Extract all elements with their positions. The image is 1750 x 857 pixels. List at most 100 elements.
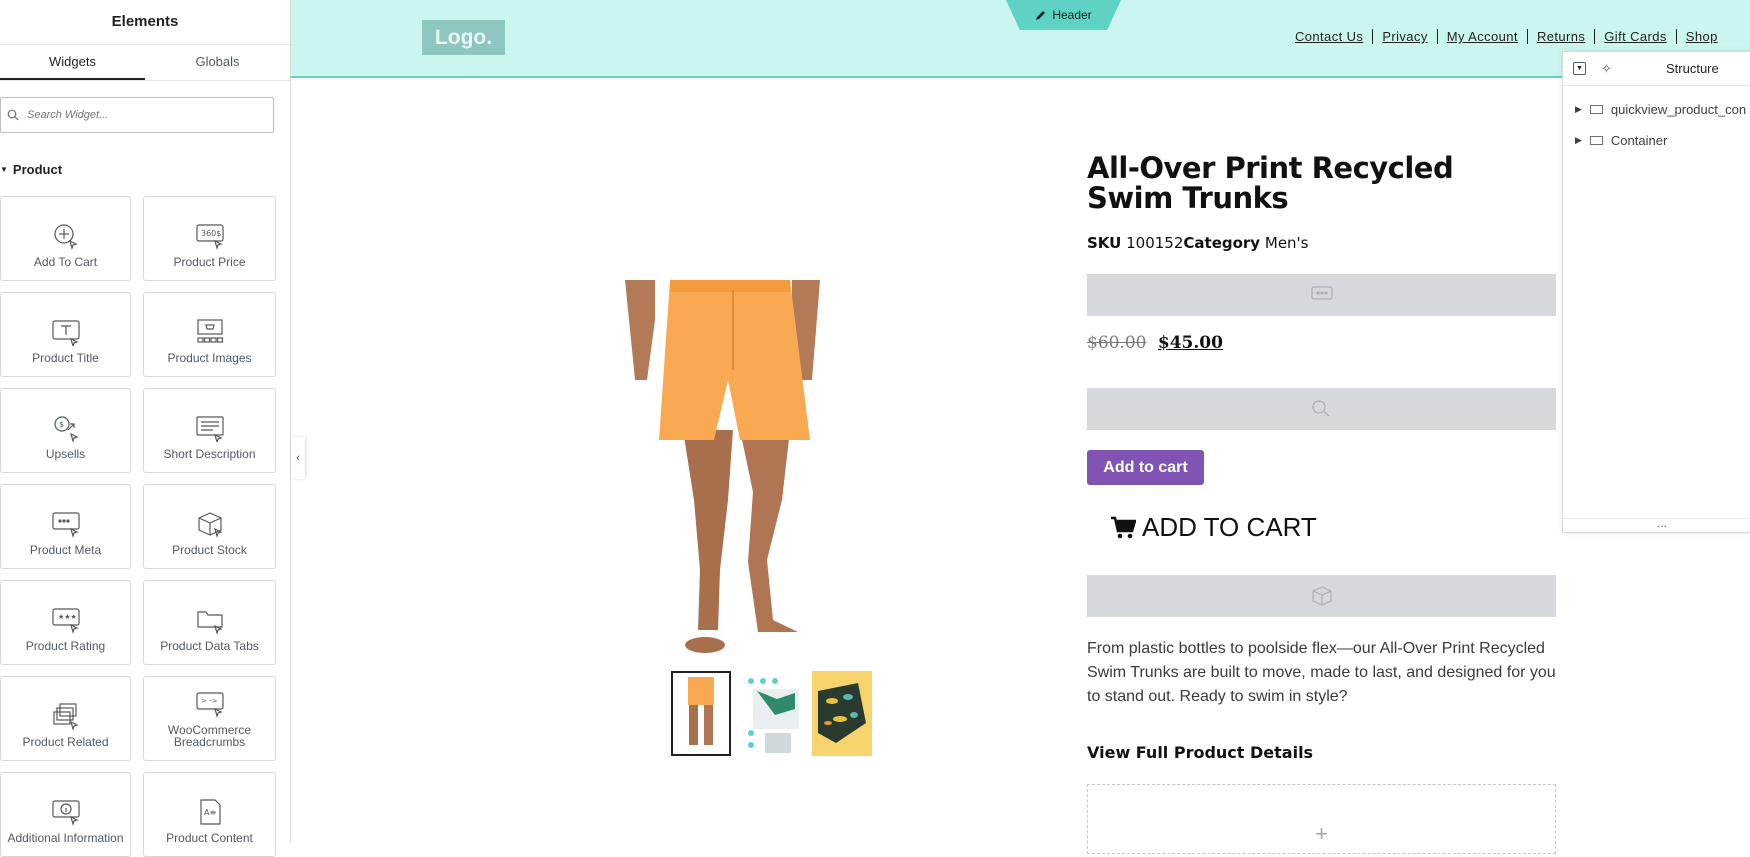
- sku-label: SKU: [1087, 234, 1122, 252]
- product-price: $60.00 $45.00: [1087, 333, 1223, 353]
- svg-text:$: $: [59, 420, 64, 429]
- widget-grid: Add To Cart 360$ Product Price Product T…: [0, 196, 276, 857]
- widget-woocommerce-breadcrumbs[interactable]: > -> WooCommerce Breadcrumbs: [143, 676, 276, 761]
- product-data-tabs-icon: [196, 611, 223, 634]
- nav-shop[interactable]: Shop: [1675, 29, 1727, 44]
- additional-information-icon: [51, 800, 80, 826]
- container-icon: [1589, 105, 1603, 114]
- svg-text:> ->: > ->: [201, 697, 218, 705]
- collapse-panel-button[interactable]: ‹: [291, 437, 305, 479]
- sku-value: 100152: [1126, 234, 1184, 252]
- expand-arrow-icon: ▶: [1575, 104, 1582, 114]
- panel-tabs: Widgets Globals: [0, 45, 290, 81]
- add-to-cart-big-button[interactable]: ADD TO CART: [1110, 512, 1317, 543]
- dropdown-toggle-icon[interactable]: ▼: [1573, 62, 1586, 75]
- elements-panel: Elements Widgets Globals ▼ Product Add T…: [0, 0, 291, 857]
- tab-widgets[interactable]: Widgets: [0, 45, 145, 80]
- thumbnail-image: [688, 677, 714, 745]
- search-box[interactable]: [0, 97, 274, 133]
- structure-panel: ▼ ✧ Structure ▶ quickview_product_con ▶ …: [1562, 51, 1750, 533]
- cart-icon: [1111, 516, 1136, 538]
- pencil-icon: [1036, 10, 1046, 20]
- panel-title: Elements: [0, 0, 290, 45]
- product-description: From plastic bottles to poolside flex—ou…: [1087, 640, 1556, 705]
- product-meta: SKU 100152Category Men's: [1087, 234, 1309, 252]
- resize-handle[interactable]: ...: [1563, 517, 1750, 532]
- category-value: Men's: [1264, 234, 1309, 252]
- search-icon: [7, 109, 19, 121]
- sparkle-icon[interactable]: ✧: [1601, 61, 1612, 77]
- product-meta-icon: [51, 512, 80, 538]
- product-related-icon: [52, 703, 79, 730]
- product-images-icon: [196, 319, 223, 343]
- price-old: $60.00: [1087, 333, 1147, 353]
- structure-item-label: Container: [1610, 133, 1668, 148]
- add-element-dropzone[interactable]: +: [1087, 784, 1556, 854]
- product-rating-icon: ★★★: [51, 608, 80, 634]
- thumbnail-3[interactable]: [812, 671, 872, 756]
- nav-contact-us[interactable]: Contact Us: [1295, 29, 1372, 44]
- site-logo[interactable]: Logo.: [422, 20, 505, 55]
- thumbnail-image: [748, 678, 799, 753]
- upsells-icon: $: [53, 416, 79, 442]
- upsells-icon: [1311, 400, 1329, 417]
- add-to-cart-icon: [53, 224, 78, 250]
- widget-product-content[interactable]: A≡ Product Content: [143, 772, 276, 857]
- structure-item-container[interactable]: ▶ Container: [1563, 125, 1750, 156]
- nav-my-account[interactable]: My Account: [1436, 29, 1527, 44]
- short-description-icon: [195, 416, 224, 442]
- product-stock-icon: [1311, 586, 1332, 606]
- plus-icon: +: [1315, 821, 1328, 846]
- thumbnail-2[interactable]: [745, 671, 805, 756]
- widget-product-stock[interactable]: Product Stock: [143, 484, 276, 569]
- chevron-left-icon: ‹: [296, 452, 300, 464]
- header-edit-tab[interactable]: Header: [1006, 0, 1121, 30]
- site-header[interactable]: Logo. Header Contact Us Privacy My Accou…: [291, 0, 1750, 78]
- expand-arrow-icon: ▶: [1575, 135, 1582, 145]
- container-icon: [1589, 136, 1603, 145]
- thumbnail-1[interactable]: [671, 671, 731, 756]
- view-full-details-link[interactable]: View Full Product Details: [1087, 743, 1313, 762]
- svg-text:A≡: A≡: [204, 808, 216, 817]
- thumbnail-image: [818, 683, 866, 743]
- category-label: Product: [12, 162, 63, 177]
- structure-item-quickview[interactable]: ▶ quickview_product_con: [1563, 94, 1750, 125]
- product-meta-icon: [1310, 286, 1333, 300]
- svg-text:360$: 360$: [201, 229, 221, 238]
- widget-product-related[interactable]: Product Related: [0, 676, 131, 761]
- product-price-icon: 360$: [195, 224, 224, 250]
- widget-upsells[interactable]: $ Upsells: [0, 388, 131, 473]
- widget-product-data-tabs[interactable]: Product Data Tabs: [143, 580, 276, 665]
- header-nav: Contact Us Privacy My Account Returns Gi…: [1295, 29, 1727, 44]
- widget-product-title[interactable]: Product Title: [0, 292, 131, 377]
- tab-globals[interactable]: Globals: [145, 45, 290, 80]
- structure-title: Structure: [1666, 61, 1719, 76]
- add-to-cart-button[interactable]: Add to cart: [1087, 450, 1204, 485]
- widget-product-meta[interactable]: Product Meta: [0, 484, 131, 569]
- product-stock-icon: [197, 512, 223, 538]
- price-new: $45.00: [1157, 333, 1223, 353]
- product-main-image[interactable]: [605, 280, 850, 662]
- header-tab-label: Header: [1052, 8, 1092, 22]
- nav-privacy[interactable]: Privacy: [1372, 29, 1436, 44]
- svg-text:★★★: ★★★: [58, 613, 77, 621]
- upsells-placeholder[interactable]: [1087, 388, 1556, 430]
- product-content-icon: A≡: [199, 799, 221, 825]
- widget-product-rating[interactable]: ★★★ Product Rating: [0, 580, 131, 665]
- search-input[interactable]: [25, 108, 255, 122]
- meta-placeholder[interactable]: [1087, 274, 1556, 316]
- widget-product-price[interactable]: 360$ Product Price: [143, 196, 276, 281]
- nav-returns[interactable]: Returns: [1526, 29, 1594, 44]
- stock-placeholder[interactable]: [1087, 575, 1556, 617]
- widget-additional-information[interactable]: Additional Information: [0, 772, 131, 857]
- category-product[interactable]: ▼ Product: [0, 162, 62, 177]
- widget-short-description[interactable]: Short Description: [143, 388, 276, 473]
- widget-product-images[interactable]: Product Images: [143, 292, 276, 377]
- product-title: All-Over Print Recycled Swim Trunks: [1087, 151, 1454, 215]
- caret-down-icon: ▼: [0, 165, 8, 174]
- structure-item-label: quickview_product_con: [1610, 102, 1747, 117]
- add-to-cart-big-label: ADD TO CART: [1142, 512, 1317, 542]
- product-title-icon: [51, 320, 80, 346]
- widget-add-to-cart[interactable]: Add To Cart: [0, 196, 131, 281]
- nav-gift-cards[interactable]: Gift Cards: [1594, 29, 1676, 44]
